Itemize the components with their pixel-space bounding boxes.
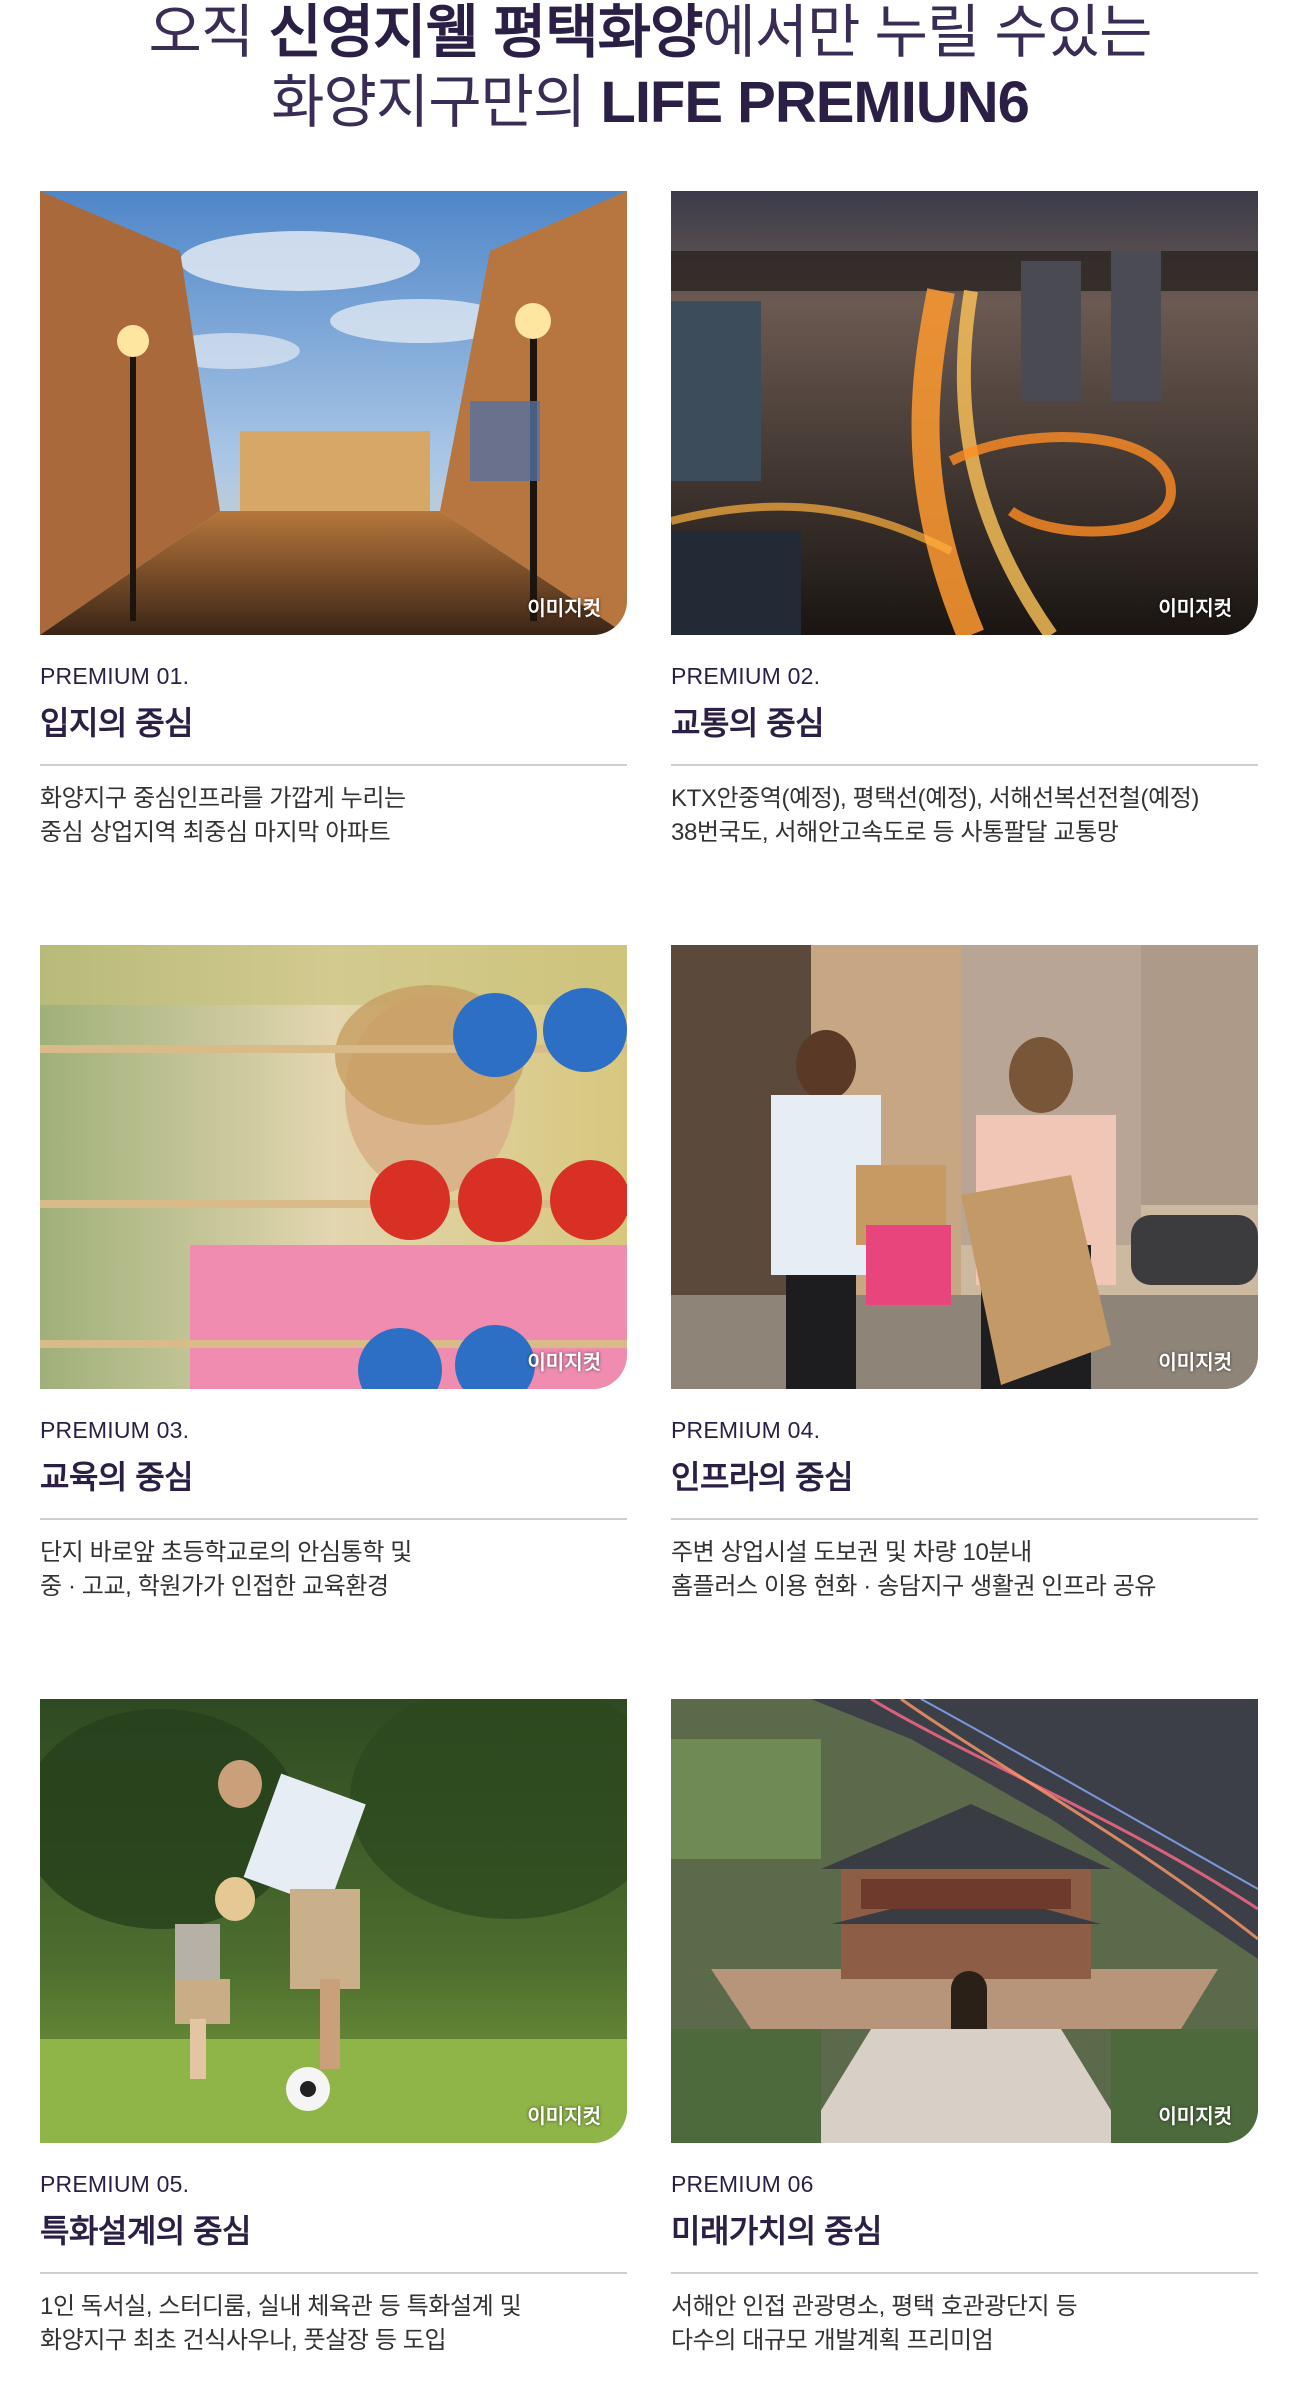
premium-card-01: 이미지컷 PREMIUM 01. 입지의 중심 화양지구 중심인프라를 가깝게 …: [40, 191, 627, 850]
description-line-1: 주변 상업시설 도보권 및 차량 10분내: [671, 1539, 1032, 1566]
image-watermark: 이미지컷: [1158, 1352, 1232, 1374]
premium-description: KTX안중역(예정), 평택선(예정), 서해선복선전철(예정) 38번국도, …: [671, 782, 1258, 850]
premium-title: 입지의 중심: [40, 705, 194, 741]
premium-label: PREMIUM 02.: [671, 663, 821, 689]
premium-label: PREMIUM 05.: [40, 2171, 190, 2197]
premium-description: 1인 독서실, 스터디룸, 실내 체육관 등 특화설계 및 화양지구 최초 건식…: [40, 2290, 627, 2358]
premium-card-02: 이미지컷 PREMIUM 02. 교통의 중심 KTX안중역(예정), 평택선(…: [671, 191, 1258, 850]
heading-line1-prefix: 오직: [148, 0, 269, 65]
description-line-2: 화양지구 최초 건식사우나, 풋살장 등 도입: [40, 2327, 447, 2354]
image-watermark: 이미지컷: [1158, 2106, 1232, 2128]
divider: [671, 2272, 1258, 2274]
premium-title: 미래가치의 중심: [671, 2213, 882, 2249]
child-abacus-photo: 이미지컷: [40, 945, 627, 1389]
image-watermark: 이미지컷: [527, 598, 601, 620]
page-heading: 오직 신영지웰 평택화양에서만 누릴 수있는 화양지구만의 LIFE PREMI…: [0, 0, 1300, 138]
heading-line2-prefix: 화양지구만의: [271, 70, 601, 135]
description-line-1: 단지 바로앞 초등학교로의 안심통학 및: [40, 1539, 412, 1566]
shopping-street-photo: 이미지컷: [671, 945, 1258, 1389]
premium-description: 주변 상업시설 도보권 및 차량 10분내 홈플러스 이용 현화 · 송담지구 …: [671, 1536, 1258, 1604]
premium-title: 교육의 중심: [40, 1459, 194, 1495]
image-watermark: 이미지컷: [1158, 598, 1232, 620]
image-watermark: 이미지컷: [527, 1352, 601, 1374]
description-line-2: 38번국도, 서해안고속도로 등 사통팔달 교통망: [671, 819, 1119, 846]
heading-life-premium: LIFE PREMIUN6: [600, 70, 1029, 135]
divider: [671, 1518, 1258, 1520]
heading-brand-name: 신영지웰 평택화양: [268, 0, 703, 65]
image-watermark: 이미지컷: [527, 2106, 601, 2128]
description-line-1: 서해안 인접 관광명소, 평택 호관광단지 등: [671, 2293, 1078, 2320]
description-line-1: 1인 독서실, 스터디룸, 실내 체육관 등 특화설계 및: [40, 2293, 522, 2320]
premium-label: PREMIUM 03.: [40, 1417, 190, 1443]
premium-card-03: 이미지컷 PREMIUM 03. 교육의 중심 단지 바로앞 초등학교로의 안심…: [40, 945, 627, 1604]
premium-title: 특화설계의 중심: [40, 2213, 251, 2249]
heading-line-1: 오직 신영지웰 평택화양에서만 누릴 수있는: [0, 0, 1300, 68]
description-line-2: 홈플러스 이용 현화 · 송담지구 생활권 인프라 공유: [671, 1573, 1157, 1600]
premium-label: PREMIUM 04.: [671, 1417, 821, 1443]
divider: [40, 2272, 627, 2274]
description-line-2: 중 · 고교, 학원가가 인접한 교육환경: [40, 1573, 389, 1600]
premium-title: 인프라의 중심: [671, 1459, 854, 1495]
city-gate-photo: 이미지컷: [671, 1699, 1258, 2143]
father-son-soccer-photo: 이미지컷: [40, 1699, 627, 2143]
description-line-1: KTX안중역(예정), 평택선(예정), 서해선복선전철(예정): [671, 785, 1200, 812]
premium-label: PREMIUM 01.: [40, 663, 190, 689]
night-highway-photo: 이미지컷: [671, 191, 1258, 635]
premium-card-05: 이미지컷 PREMIUM 05. 특화설계의 중심 1인 독서실, 스터디룸, …: [40, 1699, 627, 2358]
description-line-2: 다수의 대규모 개발계획 프리미엄: [671, 2327, 994, 2354]
premium-label: PREMIUM 06: [671, 2171, 814, 2197]
premium-card-06: 이미지컷 PREMIUM 06 미래가치의 중심 서해안 인접 관광명소, 평택…: [671, 1699, 1258, 2358]
venetian-plaza-photo: 이미지컷: [40, 191, 627, 635]
description-line-2: 중심 상업지역 최중심 마지막 아파트: [40, 819, 391, 846]
premium-description: 화양지구 중심인프라를 가깝게 누리는 중심 상업지역 최중심 마지막 아파트: [40, 782, 627, 850]
premium-description: 서해안 인접 관광명소, 평택 호관광단지 등 다수의 대규모 개발계획 프리미…: [671, 2290, 1258, 2358]
divider: [40, 1518, 627, 1520]
heading-line1-suffix: 에서만 누릴 수있는: [702, 0, 1152, 65]
heading-line-2: 화양지구만의 LIFE PREMIUN6: [0, 68, 1300, 138]
premium-card-04: 이미지컷 PREMIUM 04. 인프라의 중심 주변 상업시설 도보권 및 차…: [671, 945, 1258, 1604]
divider: [671, 764, 1258, 766]
premium-title: 교통의 중심: [671, 705, 825, 741]
premium-description: 단지 바로앞 초등학교로의 안심통학 및 중 · 고교, 학원가가 인접한 교육…: [40, 1536, 627, 1604]
description-line-1: 화양지구 중심인프라를 가깝게 누리는: [40, 785, 406, 812]
divider: [40, 764, 627, 766]
